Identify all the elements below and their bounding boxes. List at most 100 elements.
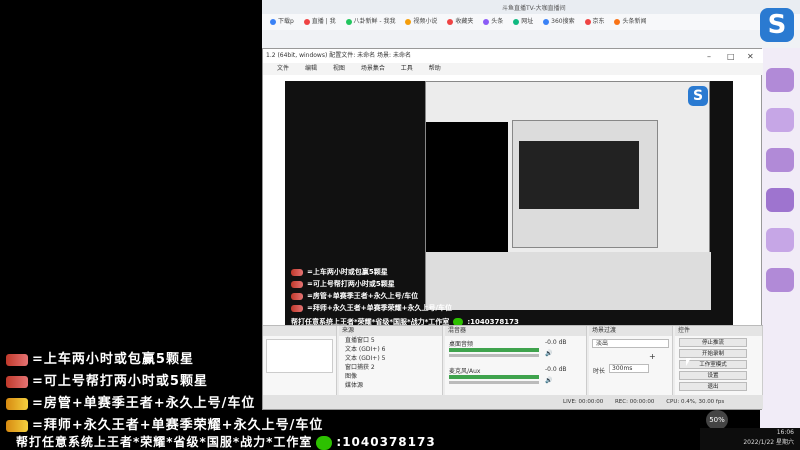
scenes-dock [263,326,337,396]
sources-dock: 来源 直播窗口 5 文本 (GDI+) 6 文本 (GDI+) 5 窗口捕获 2… [339,326,443,396]
cpu-fps: CPU: 0.4%, 30.00 fps [666,399,725,405]
volume-slider[interactable] [449,354,539,357]
bookmark-item[interactable]: 京东 [584,14,605,30]
bookmark-item[interactable]: 收藏夹 [447,14,473,30]
obs-statusbar: LIVE: 00:00:00 REC: 00:00:00 CPU: 0.4%, … [263,395,763,409]
live-timer: LIVE: 00:00:00 [563,399,604,405]
menu-tools[interactable]: 工具 [401,65,413,72]
settings-button[interactable]: 设置 [679,371,747,380]
bookmark-icon [513,18,520,25]
scenes-list[interactable] [266,339,333,373]
clock-date: 2022/1/22 星期六 [743,439,794,446]
nested-docks [426,252,711,310]
speaker-icon[interactable]: 🔊 [545,377,552,384]
preview-overlay-line: =可上号帮打两小时或5颗星 [291,279,395,289]
menu-scene-collection[interactable]: 场景集合 [361,65,385,72]
bookmark-item[interactable]: 头条新闻 [614,14,646,30]
transition-select[interactable]: 淡出 [592,339,669,348]
bookmark-item[interactable]: 头条 [483,14,503,30]
bookmark-icon [447,18,454,25]
preview-overlay-line: =拜师+永久王者+单赛季荣耀+永久上号/车位 [291,303,452,313]
app-logo-icon[interactable]: S [760,8,794,42]
side-page-panel [760,48,800,428]
speaker-icon[interactable]: 🔊 [545,350,552,357]
bookmark-icon [543,18,550,25]
bookmark-item[interactable]: 网址 [513,14,533,30]
rec-timer: REC: 00:00:00 [614,399,655,405]
source-item[interactable]: 媒体源 [339,381,442,390]
mixer-track-label: 麦克风/Aux [449,368,481,375]
overlay-line: =拜师+永久王者+单赛季荣耀+永久上号/车位 [6,414,323,433]
bookmark-item[interactable]: 360搜索 [543,14,575,30]
exit-button[interactable]: 退出 [679,382,747,391]
side-banner[interactable] [766,228,794,252]
wechat-icon [316,435,333,450]
rocket-icon [6,353,28,366]
mouse-cursor-icon [686,358,691,366]
taskbar-clock[interactable]: 16:06 2022/1/22 星期六 [700,428,800,450]
mixer-track-value: -0.0 dB [545,339,567,346]
side-banner[interactable] [766,148,794,172]
side-banner[interactable] [766,188,794,212]
overlay-line: =可上号帮打两小时或5颗星 [6,370,208,389]
menu-help[interactable]: 帮助 [429,65,441,72]
overlay-line: =上车两小时或包赢5颗星 [6,348,194,367]
obs-titlebar: 1.2 (64bit, windows) 配置文件: 未命名 场景: 未命名 –… [263,49,763,63]
side-banner[interactable] [766,268,794,292]
bookmark-item[interactable]: 下载p [270,14,294,30]
mixer-dock-title: 混音器 [445,326,586,336]
source-item[interactable]: 文本 (GDI+) 5 [339,354,442,363]
source-item[interactable]: 窗口捕获 2 [339,363,442,372]
sources-dock-title: 来源 [339,326,442,336]
obs-preview-canvas[interactable]: S =上车两小时或包赢5颗星 =可上号帮打两小时或5颗星 =房管+单赛季王者+永… [285,81,733,343]
obs-title: 1.2 (64bit, windows) 配置文件: 未命名 场景: 未命名 [266,52,411,59]
bookmark-item[interactable]: 直播 | 我 [303,14,336,30]
bookmark-icon [614,18,621,25]
duration-label: 时长 [593,368,606,375]
volume-meter [449,348,539,352]
source-item[interactable]: 文本 (GDI+) 6 [339,345,442,354]
source-item[interactable]: 直播窗口 5 [339,336,442,345]
minimize-icon[interactable]: – [707,50,711,64]
nested-obs-window [512,120,658,248]
menu-file[interactable]: 文件 [277,65,289,72]
browser-titlebar: 斗鱼直播TV-大咖直播间 [262,0,800,14]
bookmark-icon [584,18,591,25]
bookmark-icon [483,18,490,25]
volume-slider[interactable] [449,381,539,384]
side-banner[interactable] [766,108,794,132]
side-banner[interactable] [766,68,794,92]
bookmark-icon [303,18,310,25]
clock-time: 16:06 [776,429,794,436]
bookmark-item[interactable]: 视频小说 [405,14,437,30]
nested-preview-dark [426,122,508,266]
duration-input[interactable]: 300ms [609,364,649,373]
preview-overlay-line: =房管+单赛季王者+永久上号/车位 [291,291,418,301]
scenes-dock-title [263,326,336,336]
mixer-dock: 混音器 桌面音频 -0.0 dB 🔊 麦克风/Aux -0.0 dB 🔊 [445,326,587,396]
bookmark-icon [405,18,412,25]
nested-logo-icon: S [688,86,708,106]
close-icon[interactable]: ✕ [747,50,754,64]
menu-edit[interactable]: 编辑 [305,65,317,72]
maximize-icon[interactable]: □ [727,50,735,64]
add-icon[interactable]: + [649,352,656,361]
obs-window: 1.2 (64bit, windows) 配置文件: 未命名 场景: 未命名 –… [262,48,763,410]
nested-preview-inner [519,141,639,209]
menu-view[interactable]: 视图 [333,65,345,72]
controls-dock-title: 控件 [675,326,762,336]
browser-title: 斗鱼直播TV-大咖直播间 [502,5,566,12]
browser-content-top [262,30,800,50]
obs-menubar: 文件 编辑 视图 场景集合 工具 帮助 [263,63,763,75]
mixer-track-value: -0.0 dB [545,366,567,373]
source-item[interactable]: 图像 [339,372,442,381]
progress-badge: 50% [706,410,728,430]
rocket-icon [6,419,28,432]
bookmark-item[interactable]: 八卦新鲜 - 我我 [345,14,395,30]
stop-streaming-button[interactable]: 停止推流 [679,338,747,347]
rocket-icon [6,375,28,388]
start-recording-button[interactable]: 开始录制 [679,349,747,358]
overlay-line: =房管+单赛季王者+永久上号/车位 [6,392,255,411]
volume-meter [449,375,539,379]
bookmark-icon [345,18,352,25]
